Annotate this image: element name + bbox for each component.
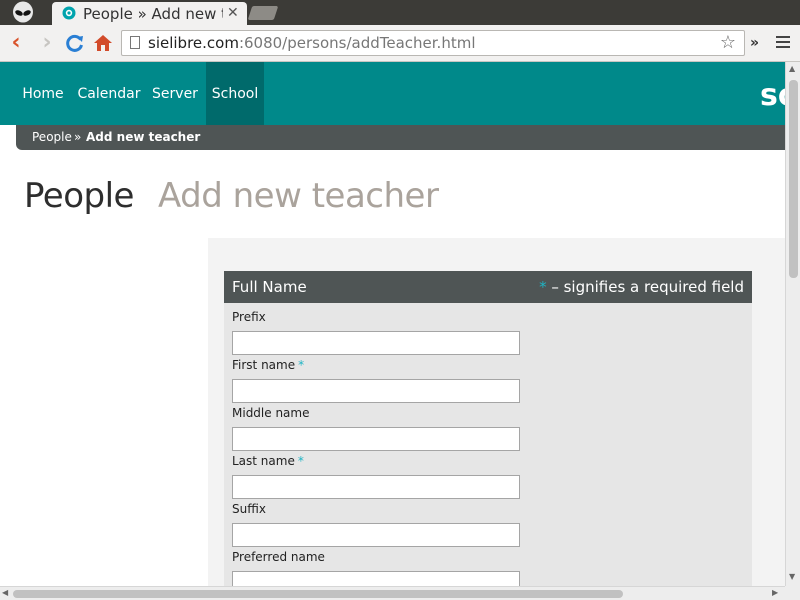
new-tab-button[interactable] [247, 6, 279, 20]
field-suffix: Suffix [232, 501, 522, 547]
required-marker: * [297, 454, 304, 468]
forward-arrow-icon[interactable]: › [36, 31, 58, 55]
horizontal-scroll-thumb[interactable] [13, 590, 623, 598]
field-prefix: Prefix [232, 309, 522, 355]
url-text: sielibre.com:6080/persons/addTeacher.htm… [148, 34, 475, 52]
scroll-left-arrow-icon[interactable]: ◀ [2, 588, 8, 598]
tab-close-icon[interactable]: ✕ [227, 5, 239, 21]
required-note: * – signifies a required field [539, 278, 744, 296]
brand-logo[interactable]: sc [760, 76, 785, 116]
alien-logo-icon [13, 1, 33, 23]
field-preferred-name: Preferred name [232, 549, 522, 586]
last-name-label: Last name * [232, 454, 304, 468]
prefix-input[interactable] [232, 331, 520, 355]
scroll-down-arrow-icon[interactable]: ▼ [789, 572, 795, 582]
field-middle-name: Middle name [232, 405, 522, 451]
middle-name-label: Middle name [232, 406, 310, 420]
preferred-name-input[interactable] [232, 571, 520, 586]
reload-icon[interactable] [64, 31, 86, 55]
page-subtitle: Add new teacher [158, 176, 439, 216]
full-name-form: Prefix First name * Middle name Last name… [224, 303, 752, 586]
tab-favicon-icon [62, 6, 76, 20]
breadcrumb-current: Add new teacher [86, 130, 201, 144]
browser-tab-active[interactable]: People » Add new teacher ✕ [52, 2, 247, 25]
tab-title: People » Add new teacher [83, 5, 223, 23]
back-arrow-icon[interactable]: ‹ [5, 31, 27, 55]
page-viewport: Home Calendar Server School sc People » … [0, 62, 785, 586]
nav-school[interactable]: School [206, 62, 264, 125]
home-icon[interactable] [92, 31, 114, 55]
horizontal-scrollbar[interactable]: ◀ ▶ [0, 586, 785, 600]
breadcrumb: People » Add new teacher [16, 125, 785, 150]
first-name-input[interactable] [232, 379, 520, 403]
last-name-input[interactable] [232, 475, 520, 499]
nav-server[interactable]: Server [146, 62, 204, 125]
section-title: Full Name [232, 278, 307, 296]
scrollbar-corner [785, 586, 800, 600]
scroll-up-arrow-icon[interactable]: ▲ [789, 64, 795, 74]
url-path: :6080/persons/addTeacher.html [238, 34, 476, 52]
suffix-label: Suffix [232, 502, 266, 516]
vertical-scrollbar[interactable]: ▲ ▼ [785, 62, 800, 586]
prefix-label: Prefix [232, 310, 266, 324]
breadcrumb-separator: » [74, 130, 82, 144]
breadcrumb-people[interactable]: People [32, 125, 72, 150]
url-host: sielibre.com [148, 34, 239, 52]
address-bar[interactable]: sielibre.com:6080/persons/addTeacher.htm… [121, 30, 745, 56]
nav-home[interactable]: Home [16, 62, 70, 125]
preferred-name-label: Preferred name [232, 550, 325, 564]
browser-toolbar: ‹ › sielibre.com:6080/persons/addTeacher… [0, 25, 800, 62]
suffix-input[interactable] [232, 523, 520, 547]
first-name-label: First name * [232, 358, 305, 372]
form-section-header: Full Name * – signifies a required field [224, 271, 752, 303]
menu-icon[interactable] [776, 36, 790, 51]
extensions-overflow-button[interactable]: » [750, 31, 759, 55]
page-title: People [24, 176, 134, 216]
bookmark-star-icon[interactable]: ☆ [720, 32, 736, 54]
browser-tab-strip: People » Add new teacher ✕ [0, 0, 800, 25]
field-first-name: First name * [232, 357, 522, 403]
scroll-right-arrow-icon[interactable]: ▶ [772, 588, 778, 598]
field-last-name: Last name * [232, 453, 522, 499]
vertical-scroll-thumb[interactable] [789, 80, 798, 278]
nav-calendar[interactable]: Calendar [74, 62, 144, 125]
page-icon [130, 36, 140, 49]
middle-name-input[interactable] [232, 427, 520, 451]
required-marker: * [298, 358, 305, 372]
top-navbar: Home Calendar Server School sc [0, 62, 785, 125]
